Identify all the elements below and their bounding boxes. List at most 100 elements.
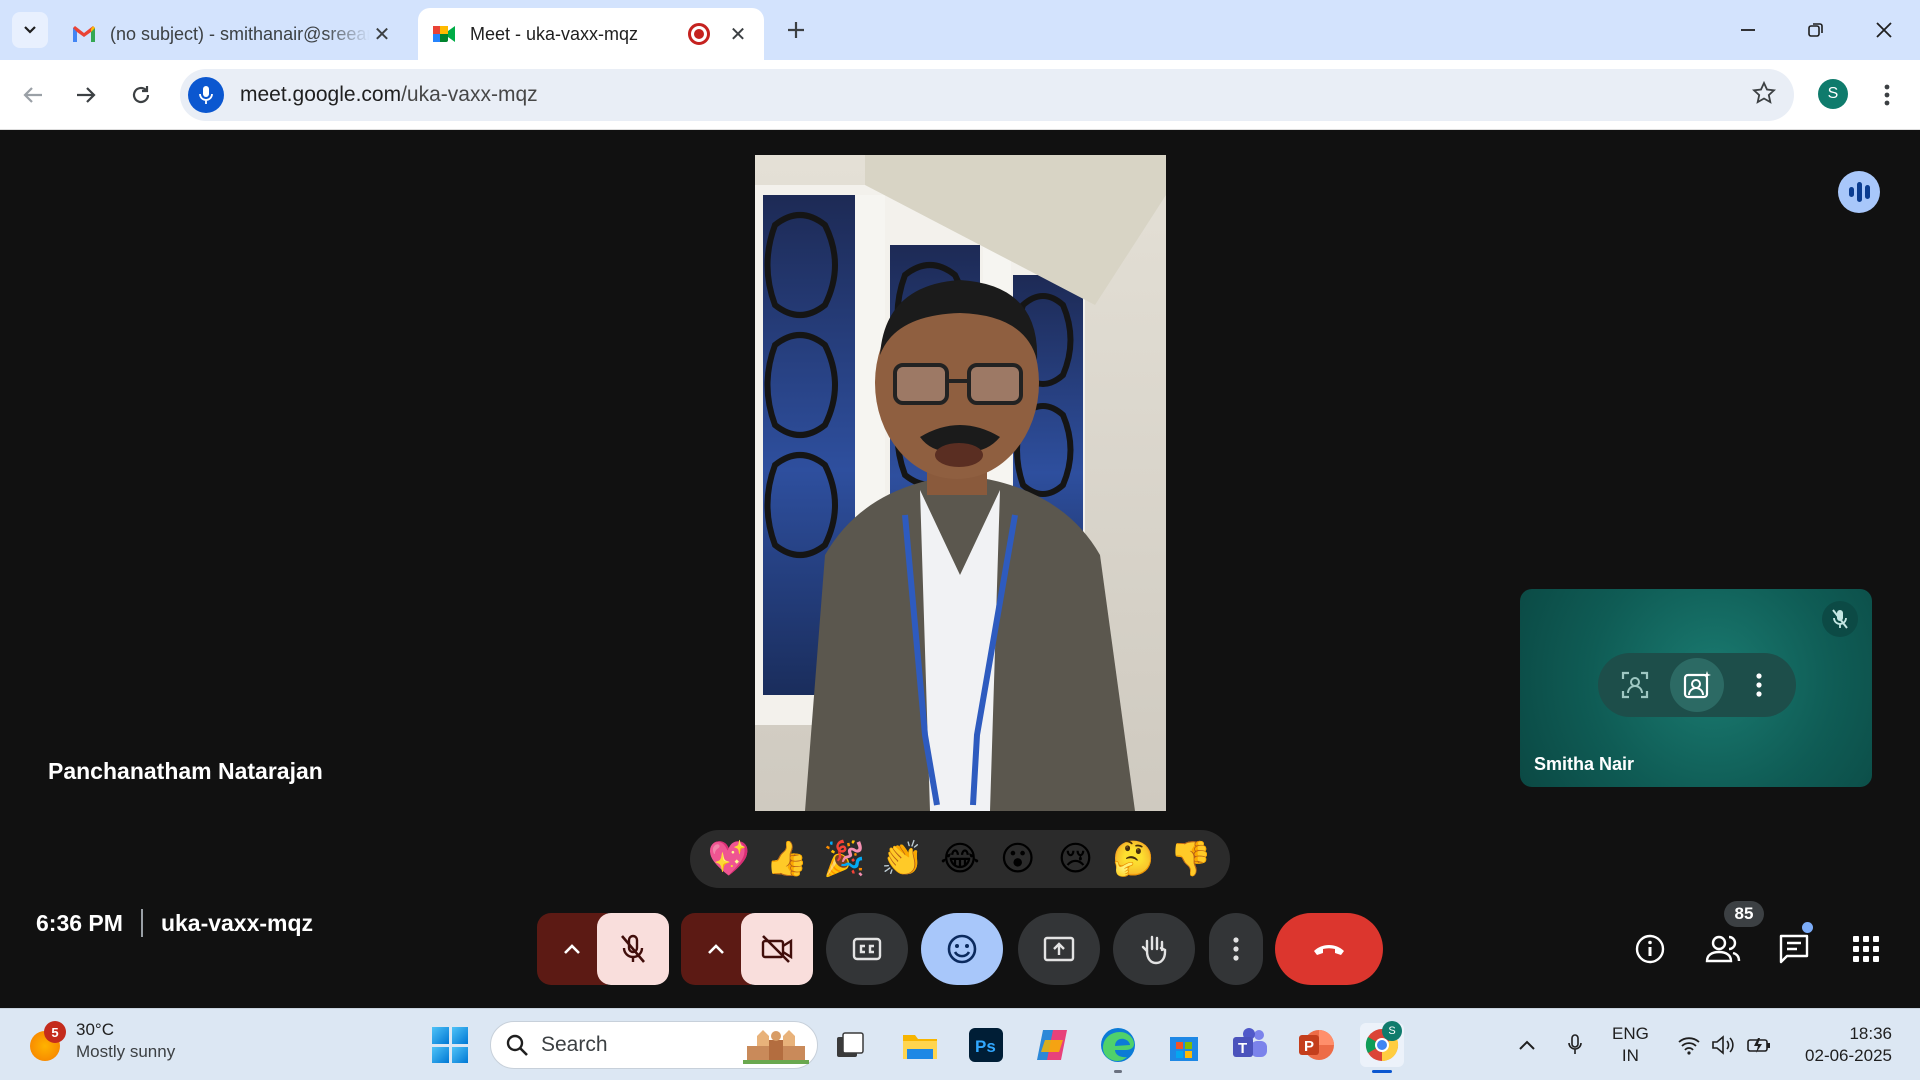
close-tab-button[interactable]: ✕ xyxy=(726,22,750,46)
reaction-thinking[interactable]: 🤔 xyxy=(1109,839,1157,879)
profile-avatar[interactable]: S xyxy=(1818,79,1848,109)
tab-gmail[interactable]: (no subject) - smithanair@sreeanu ✕ xyxy=(58,8,408,60)
reaction-thumbs-up[interactable]: 👍 xyxy=(763,839,811,879)
reaction-sad[interactable]: 😢 xyxy=(1051,839,1099,879)
powerpoint-button[interactable]: P xyxy=(1294,1023,1338,1067)
weather-badge: 5 xyxy=(44,1021,66,1043)
reload-button[interactable] xyxy=(122,76,160,114)
reaction-party[interactable]: 🎉 xyxy=(820,839,868,879)
toggle-camera-button[interactable] xyxy=(741,913,813,985)
weather-condition: Mostly sunny xyxy=(76,1042,176,1061)
camera-off-icon xyxy=(761,935,793,963)
input-language[interactable]: ENG IN xyxy=(1612,1023,1649,1067)
clock-time: 18:36 xyxy=(1849,1024,1892,1043)
chevron-up-icon xyxy=(564,944,580,954)
bookmark-star-icon[interactable] xyxy=(1751,80,1777,112)
participant-video[interactable] xyxy=(755,155,1166,811)
close-window-button[interactable] xyxy=(1864,10,1904,50)
search-label: Search xyxy=(541,1033,608,1056)
task-view-icon xyxy=(837,1032,864,1057)
send-reaction-button[interactable] xyxy=(921,913,1003,985)
toggle-microphone-button[interactable] xyxy=(597,913,669,985)
edge-button[interactable] xyxy=(1096,1023,1140,1073)
self-tile-controls xyxy=(1598,653,1796,717)
reaction-clap[interactable]: 👏 xyxy=(878,839,926,879)
meeting-details-button[interactable] xyxy=(1629,928,1671,970)
address-bar[interactable]: meet.google.com/uka-vaxx-mqz xyxy=(180,69,1794,121)
new-tab-button[interactable] xyxy=(780,14,812,46)
minimize-button[interactable] xyxy=(1728,10,1768,50)
minimize-icon xyxy=(1741,29,1755,31)
volume-icon[interactable] xyxy=(1708,1023,1738,1067)
reaction-heart[interactable]: 💖 xyxy=(705,839,753,879)
weather-widget[interactable]: 5 30°C Mostly sunny xyxy=(26,1019,175,1063)
microphone-in-use-icon[interactable] xyxy=(188,77,224,113)
search-icon xyxy=(506,1034,528,1056)
browser-menu-button[interactable] xyxy=(1872,76,1902,114)
back-button[interactable] xyxy=(14,76,52,114)
main-participant-name: Panchanatham Natarajan xyxy=(48,758,323,784)
close-tab-button[interactable]: ✕ xyxy=(370,22,394,46)
raise-hand-button[interactable] xyxy=(1113,913,1195,985)
self-more-options-button[interactable] xyxy=(1732,658,1786,712)
microphone-tray-icon[interactable] xyxy=(1560,1023,1590,1067)
svg-text:P: P xyxy=(1304,1038,1314,1055)
self-view-tile[interactable]: Smitha Nair xyxy=(1520,589,1872,787)
chrome-button[interactable]: S xyxy=(1360,1021,1404,1073)
chat-button[interactable] xyxy=(1773,928,1815,970)
url-host: meet.google.com xyxy=(240,83,402,106)
people-icon xyxy=(1705,935,1741,963)
windows-logo-icon xyxy=(432,1027,449,1044)
hang-up-icon xyxy=(1314,945,1344,955)
reaction-thumbs-down[interactable]: 👎 xyxy=(1167,839,1215,879)
file-explorer-button[interactable] xyxy=(898,1023,942,1067)
microsoft-store-button[interactable] xyxy=(1162,1023,1206,1067)
task-view-button[interactable] xyxy=(828,1023,872,1067)
taskbar-search[interactable]: Search xyxy=(490,1021,818,1069)
self-name-label: Smitha Nair xyxy=(1534,754,1635,774)
chrome-profile-badge: S xyxy=(1382,1021,1402,1041)
folder-icon xyxy=(903,1035,937,1059)
tab-meet[interactable]: Meet - uka-vaxx-mqz ✕ xyxy=(418,8,764,60)
reaction-laugh[interactable]: 😂 xyxy=(936,839,984,879)
restore-icon xyxy=(1808,23,1823,37)
photoshop-button[interactable]: Ps xyxy=(964,1023,1008,1067)
forward-button[interactable] xyxy=(67,76,105,114)
meet-icon xyxy=(432,22,456,46)
search-highlight-icon xyxy=(743,1030,809,1064)
microphone-control xyxy=(537,913,669,985)
copilot-button[interactable] xyxy=(1030,1023,1074,1067)
restore-button[interactable] xyxy=(1796,10,1836,50)
copilot-icon xyxy=(1037,1030,1067,1060)
svg-text:Ps: Ps xyxy=(975,1037,996,1056)
meet-stage: Panchanatham Natarajan Smitha Nair 💖 👍 🎉… xyxy=(0,131,1920,1008)
activities-button[interactable] xyxy=(1845,928,1887,970)
tab-title: Meet - uka-vaxx-mqz xyxy=(470,23,639,44)
framing-icon xyxy=(1621,671,1649,699)
present-screen-button[interactable] xyxy=(1018,913,1100,985)
show-hidden-icons-button[interactable] xyxy=(1512,1023,1542,1067)
browser-toolbar: meet.google.com/uka-vaxx-mqz S xyxy=(0,60,1920,130)
hand-icon xyxy=(1141,935,1167,965)
framing-button[interactable] xyxy=(1608,658,1662,712)
leave-call-button[interactable] xyxy=(1275,913,1383,985)
start-button[interactable] xyxy=(432,1027,468,1063)
wifi-icon[interactable] xyxy=(1674,1023,1704,1067)
recording-icon xyxy=(688,23,710,45)
self-muted-icon xyxy=(1822,601,1858,637)
apps-grid-icon xyxy=(1853,936,1879,962)
active-speaker-icon[interactable] xyxy=(1838,171,1880,213)
tab-search-button[interactable] xyxy=(12,12,48,48)
system-clock[interactable]: 18:36 02-06-2025 xyxy=(1796,1023,1892,1067)
people-button[interactable] xyxy=(1702,928,1744,970)
svg-text:T: T xyxy=(1238,1040,1247,1057)
reaction-surprised[interactable]: 😮 xyxy=(994,839,1042,879)
battery-icon[interactable] xyxy=(1744,1023,1774,1067)
teams-button[interactable]: T xyxy=(1228,1023,1272,1067)
visual-effects-button[interactable] xyxy=(1670,658,1724,712)
windows-taskbar: 5 30°C Mostly sunny Search Ps T P S ENG … xyxy=(0,1008,1920,1080)
store-icon xyxy=(1170,1037,1198,1061)
more-options-button[interactable] xyxy=(1209,913,1263,985)
temperature: 30°C xyxy=(76,1020,114,1039)
captions-button[interactable] xyxy=(826,913,908,985)
